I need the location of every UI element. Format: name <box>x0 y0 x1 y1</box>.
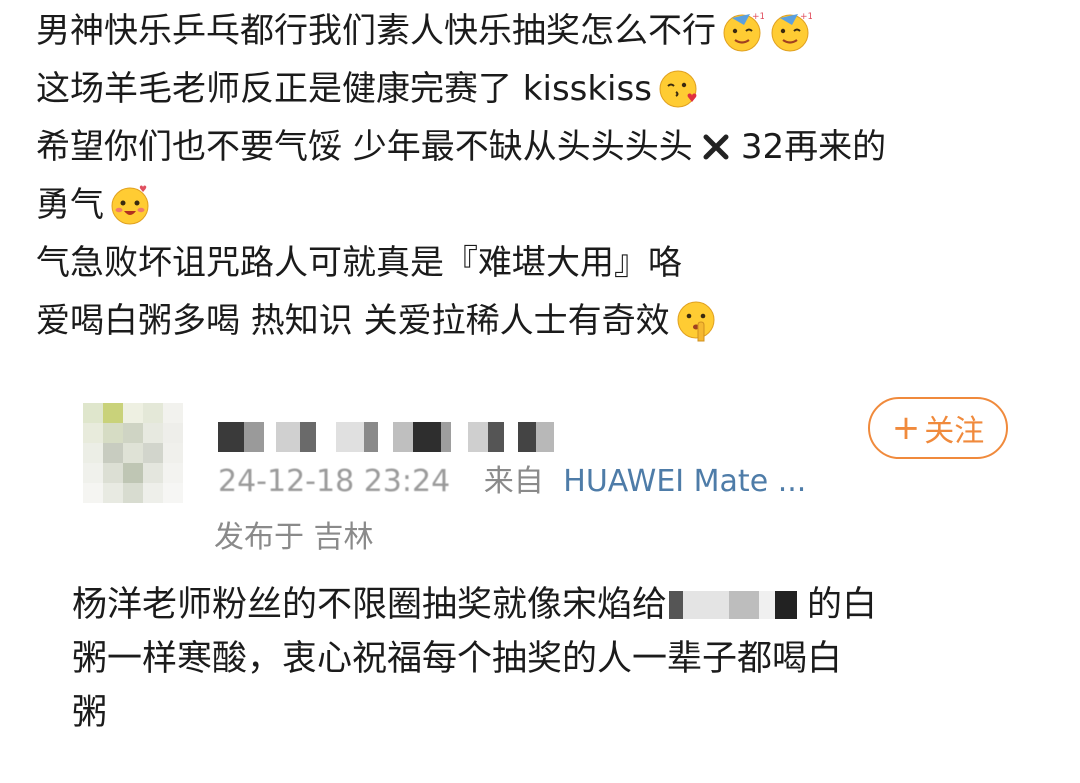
post-line-5: 气急败坏诅咒路人可就真是『难堪大用』咯 <box>36 234 1066 292</box>
post-location: 发布于 吉林 <box>214 520 374 555</box>
post-line-4: 勇气 ♥ <box>36 176 1066 234</box>
comment-line: 粥一样寒酸，衷心祝福每个抽奖的人一辈子都喝白 <box>72 632 1032 686</box>
post-line-text: 32再来的 <box>740 127 887 167</box>
smiling-face-icon: ♥ <box>111 185 149 225</box>
kissing-face-icon <box>659 70 697 108</box>
comment-text: 粥 <box>72 693 108 733</box>
post-line-text: 爱喝白粥多喝 热知识 关爱拉稀人士有奇效 <box>36 301 670 341</box>
post-meta: 24-12-18 23:24 来自 HUAWEI Mate ... <box>218 462 806 502</box>
redacted-name <box>669 588 805 622</box>
plus-icon: + <box>891 408 921 448</box>
post-line-2: 这场羊毛老师反正是健康完赛了 kisskiss <box>36 60 1066 118</box>
post-date: 24-12-18 23:24 <box>218 464 451 499</box>
comment-line: 粥 <box>72 686 1032 740</box>
follow-button[interactable]: + 关注 <box>868 397 1008 459</box>
post-line-1: 男神快乐乒乓都行我们素人快乐抽奖怎么不行 +1 +1 <box>36 2 1066 60</box>
post-line-text: 希望你们也不要气馁 少年最不缺从头头头头 <box>36 127 693 167</box>
follow-label: 关注 <box>924 414 985 449</box>
comment-line: 杨洋老师粉丝的不限圈抽奖就像宋焰给 的白 <box>72 578 1032 632</box>
source-label: 来自 <box>483 464 544 499</box>
username-redacted[interactable] <box>218 422 578 456</box>
post-line-text: 勇气 <box>36 185 104 225</box>
post-line-6: 爱喝白粥多喝 热知识 关爱拉稀人士有奇效 <box>36 292 1066 350</box>
comment-text: 的白 <box>807 585 878 625</box>
post-line-text: 男神快乐乒乓都行我们素人快乐抽奖怎么不行 <box>36 11 716 51</box>
post-line-text: 这场羊毛老师反正是健康完赛了 kisskiss <box>36 69 652 109</box>
quoted-comment-card[interactable]: 24-12-18 23:24 来自 HUAWEI Mate ... 发布于 吉林… <box>46 370 1046 783</box>
device-link[interactable]: HUAWEI Mate ... <box>563 464 806 499</box>
post-text: 男神快乐乒乓都行我们素人快乐抽奖怎么不行 +1 +1 这场羊毛老师反正是健康完赛… <box>36 0 1066 350</box>
shushing-face-icon <box>677 301 715 342</box>
partying-face-icon: +1 <box>771 12 812 52</box>
svg-text:+1: +1 <box>752 12 764 22</box>
cross-mark-icon <box>703 134 729 160</box>
svg-text:♥: ♥ <box>139 185 147 195</box>
comment-text: 粥一样寒酸，衷心祝福每个抽奖的人一辈子都喝白 <box>72 639 843 679</box>
avatar[interactable] <box>83 403 183 503</box>
post-line-3: 希望你们也不要气馁 少年最不缺从头头头头 32再来的 <box>36 118 1066 176</box>
comment-text: 杨洋老师粉丝的不限圈抽奖就像宋焰给 <box>72 585 668 625</box>
svg-text:+1: +1 <box>800 12 812 22</box>
post-line-text: 气急败坏诅咒路人可就真是『难堪大用』咯 <box>36 243 682 283</box>
comment-body: 杨洋老师粉丝的不限圈抽奖就像宋焰给 的白 粥一样寒酸，衷心祝福每个抽奖的人一辈子… <box>72 578 1032 740</box>
partying-face-icon: +1 <box>723 12 764 52</box>
